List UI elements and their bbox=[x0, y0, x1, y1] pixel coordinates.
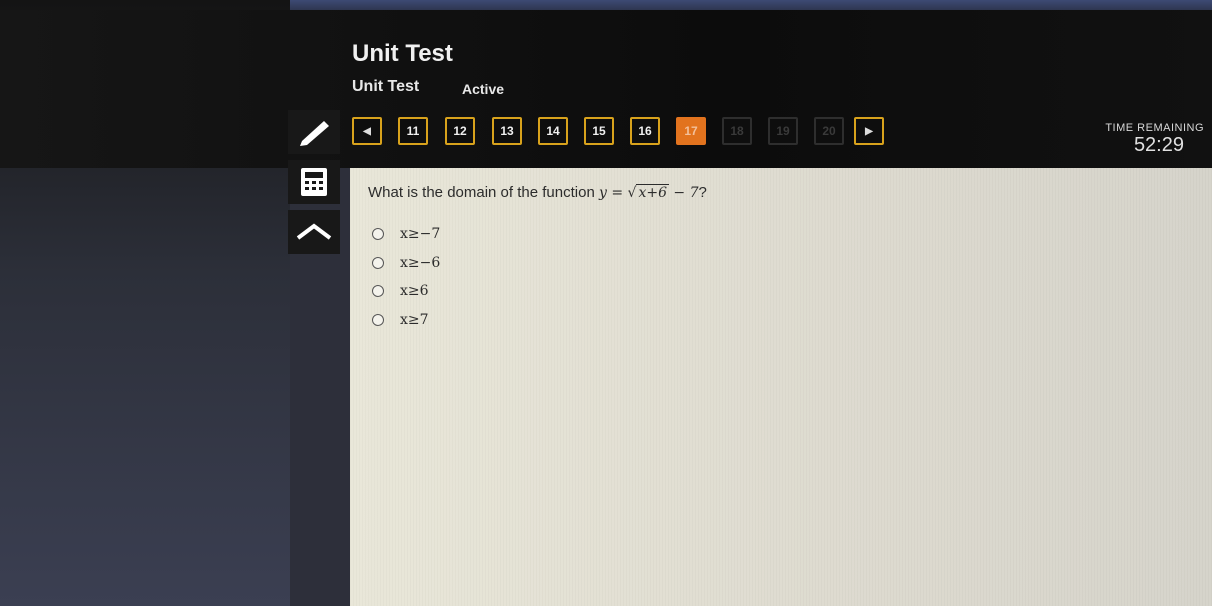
calculator-icon bbox=[301, 168, 327, 196]
function-rhs: − 7 bbox=[668, 185, 699, 201]
question-suffix: ? bbox=[698, 184, 707, 201]
collapse-tool-button[interactable] bbox=[288, 210, 340, 254]
pencil-tool-button[interactable] bbox=[288, 110, 340, 154]
question-17-button[interactable]: 17 bbox=[676, 117, 706, 145]
page-title: Unit Test bbox=[352, 40, 453, 67]
question-20-button[interactable]: 20 bbox=[814, 117, 844, 145]
answer-option-label: x≥6 bbox=[400, 283, 429, 299]
calculator-tool-button[interactable] bbox=[288, 160, 340, 204]
up-arrow-icon bbox=[296, 223, 332, 240]
time-remaining-label: TIME REMAINING bbox=[1105, 122, 1204, 134]
question-prefix: What is the domain of the function bbox=[368, 184, 599, 201]
radio-button[interactable] bbox=[372, 285, 384, 297]
status-label: Active bbox=[462, 81, 505, 97]
answer-option-2[interactable]: x≥−6 bbox=[372, 255, 440, 271]
previous-question-button[interactable]: ◀ bbox=[352, 117, 382, 145]
answer-option-3[interactable]: x≥6 bbox=[372, 283, 429, 299]
question-18-button[interactable]: 18 bbox=[722, 117, 752, 145]
question-15-button[interactable]: 15 bbox=[584, 117, 614, 145]
function-expression: y = √ x+6 − 7 bbox=[598, 184, 699, 201]
question-12-button[interactable]: 12 bbox=[445, 117, 475, 145]
next-question-button[interactable]: ▶ bbox=[854, 117, 884, 145]
time-remaining-value: 52:29 bbox=[1133, 134, 1184, 156]
test-name: Unit Test bbox=[352, 78, 420, 95]
left-arrow-icon: ◀ bbox=[363, 125, 371, 137]
question-panel: What is the domain of the function y = √… bbox=[350, 168, 1212, 606]
right-arrow-icon: ▶ bbox=[865, 125, 873, 137]
pencil-icon bbox=[300, 121, 329, 146]
answer-option-4[interactable]: x≥7 bbox=[372, 312, 429, 328]
radio-button[interactable] bbox=[372, 314, 384, 326]
question-14-button[interactable]: 14 bbox=[538, 117, 568, 145]
answer-option-1[interactable]: x≥−7 bbox=[372, 226, 440, 242]
radicand: x+6 bbox=[636, 184, 669, 201]
question-13-button[interactable]: 13 bbox=[492, 117, 522, 145]
function-lhs: y = bbox=[598, 185, 628, 201]
question-19-button[interactable]: 19 bbox=[768, 117, 798, 145]
answer-option-label: x≥7 bbox=[400, 312, 429, 328]
answer-option-label: x≥−6 bbox=[400, 255, 441, 271]
radio-button[interactable] bbox=[372, 257, 384, 269]
question-text: What is the domain of the function y = √… bbox=[368, 184, 707, 201]
radio-button[interactable] bbox=[372, 228, 384, 240]
question-16-button[interactable]: 16 bbox=[630, 117, 660, 145]
question-11-button[interactable]: 11 bbox=[398, 117, 428, 145]
answer-option-label: x≥−7 bbox=[400, 226, 441, 242]
